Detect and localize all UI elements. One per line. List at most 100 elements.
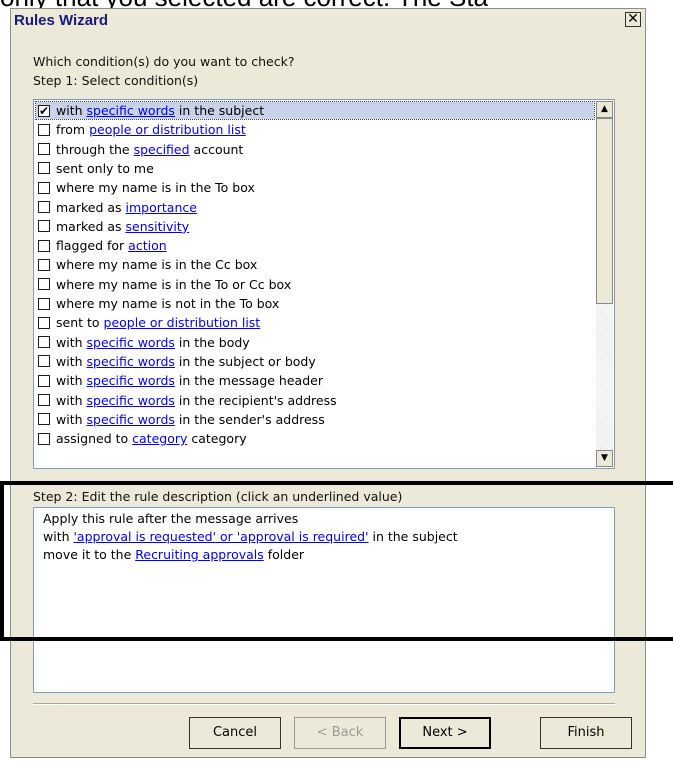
step2-label: Step 2: Edit the rule description (click… xyxy=(33,489,403,504)
window-title: Rules Wizard xyxy=(14,12,109,29)
condition-item[interactable]: with specific words in the recipient's a… xyxy=(36,392,594,409)
condition-item[interactable]: where my name is in the To or Cc box xyxy=(36,276,594,293)
condition-link[interactable]: specific words xyxy=(87,412,175,427)
condition-checkbox[interactable] xyxy=(38,297,50,310)
condition-text: account xyxy=(189,141,244,157)
condition-link[interactable]: category xyxy=(132,431,187,446)
back-button[interactable]: < Back xyxy=(294,717,386,749)
condition-item[interactable]: sent to people or distribution list xyxy=(36,314,594,331)
condition-text: with xyxy=(56,392,87,408)
condition-text: where my name is in the To box xyxy=(56,180,255,196)
scroll-up-icon[interactable]: ▲ xyxy=(596,101,613,118)
condition-text: category xyxy=(187,431,247,447)
rule-line-text: move it to the xyxy=(43,547,136,562)
condition-item[interactable]: with specific words in the message heade… xyxy=(36,372,594,389)
step1-label: Step 1: Select condition(s) xyxy=(33,73,199,88)
condition-checkbox[interactable] xyxy=(38,181,50,194)
specific-words-value-link[interactable]: 'approval is requested' or 'approval is … xyxy=(74,529,369,544)
condition-text: where my name is not in the To box xyxy=(56,296,280,311)
scroll-thumb[interactable] xyxy=(596,118,613,304)
condition-item[interactable]: marked as importance xyxy=(36,199,594,216)
condition-checkbox[interactable] xyxy=(38,394,50,406)
condition-checkbox[interactable] xyxy=(38,336,50,349)
condition-checkbox[interactable]: ✔ xyxy=(38,104,50,117)
condition-checkbox[interactable] xyxy=(38,201,50,213)
condition-text: with xyxy=(56,334,87,350)
condition-text: in the sender's address xyxy=(174,411,325,427)
condition-item[interactable]: where my name is not in the To box xyxy=(36,295,594,312)
conditions-list[interactable]: ✔ with specific words in the subject from … xyxy=(33,99,615,469)
rules-wizard-dialog: Rules Wizard ✕ Which condition(s) do you… xyxy=(10,8,646,758)
condition-checkbox[interactable] xyxy=(38,432,50,445)
condition-checkbox[interactable] xyxy=(38,355,50,368)
rule-line-text: with xyxy=(43,529,74,544)
scroll-track[interactable] xyxy=(596,304,613,450)
condition-item[interactable]: from people or distribution list xyxy=(36,121,594,138)
condition-item[interactable]: flagged for action xyxy=(36,237,594,254)
condition-link[interactable]: specific words xyxy=(87,103,175,118)
condition-text: with xyxy=(56,373,87,389)
condition-link[interactable]: sensitivity xyxy=(126,219,190,234)
condition-text: sent to xyxy=(56,315,104,331)
condition-text: where my name is in the Cc box xyxy=(56,257,258,273)
condition-text: with xyxy=(56,411,87,427)
conditions-scrollbar[interactable]: ▲ ▼ xyxy=(596,101,613,467)
condition-item[interactable]: marked as sensitivity xyxy=(36,218,594,235)
rule-line-2: with 'approval is requested' or 'approva… xyxy=(43,529,458,544)
condition-checkbox[interactable] xyxy=(38,374,50,387)
condition-text: sent only to me xyxy=(56,160,154,176)
condition-item[interactable]: with specific words in the sender's addr… xyxy=(36,411,594,428)
rule-line-text: in the subject xyxy=(368,529,458,544)
condition-item[interactable]: with specific words in the subject or bo… xyxy=(36,353,594,370)
condition-item[interactable]: with specific words in the body xyxy=(36,334,594,351)
condition-link[interactable]: people or distribution list xyxy=(89,122,246,137)
next-button[interactable]: Next > xyxy=(399,717,491,749)
condition-checkbox[interactable] xyxy=(38,278,50,291)
condition-link[interactable]: action xyxy=(128,238,166,253)
condition-checkbox[interactable] xyxy=(38,316,50,329)
condition-checkbox[interactable] xyxy=(38,143,50,156)
condition-checkbox[interactable] xyxy=(38,162,50,175)
condition-checkbox[interactable] xyxy=(38,413,50,426)
rule-line-3: move it to the Recruiting approvals fold… xyxy=(43,547,304,562)
condition-item[interactable]: where my name is in the Cc box xyxy=(36,256,594,273)
folder-value-link[interactable]: Recruiting approvals xyxy=(135,547,264,562)
condition-text: in the subject or body xyxy=(174,353,316,369)
condition-checkbox[interactable] xyxy=(38,220,50,233)
condition-text: marked as xyxy=(56,199,126,215)
condition-text: marked as xyxy=(56,218,126,234)
rule-line-text: folder xyxy=(263,547,305,562)
condition-link[interactable]: specific words xyxy=(87,373,175,388)
close-button[interactable]: ✕ xyxy=(625,12,641,27)
condition-text: through the xyxy=(56,141,134,157)
condition-text: with xyxy=(56,353,87,369)
condition-link[interactable]: specific words xyxy=(87,354,175,369)
condition-item[interactable]: where my name is in the To box xyxy=(36,179,594,196)
condition-item[interactable]: sent only to me xyxy=(36,160,594,177)
cancel-button[interactable]: Cancel xyxy=(189,717,281,749)
rule-description-box: Apply this rule after the message arrive… xyxy=(33,507,615,693)
condition-checkbox[interactable] xyxy=(38,123,50,136)
condition-link[interactable]: specified xyxy=(134,142,190,157)
condition-item[interactable]: ✔ with specific words in the subject xyxy=(35,101,595,120)
condition-item[interactable]: through the specified account xyxy=(36,141,594,158)
condition-text: from xyxy=(56,122,90,138)
title-bar: Rules Wizard ✕ xyxy=(11,9,645,31)
condition-link[interactable]: importance xyxy=(126,200,197,215)
condition-text: where my name is in the To or Cc box xyxy=(56,276,292,292)
condition-text: in the subject xyxy=(174,103,265,118)
finish-button[interactable]: Finish xyxy=(540,717,632,749)
scroll-down-icon[interactable]: ▼ xyxy=(596,450,613,467)
condition-link[interactable]: specific words xyxy=(87,393,175,408)
condition-checkbox[interactable] xyxy=(38,239,50,252)
divider xyxy=(33,703,615,705)
condition-link[interactable]: specific words xyxy=(87,335,175,350)
condition-text: in the recipient's address xyxy=(174,392,337,408)
condition-text: in the message header xyxy=(174,373,323,389)
rule-line-text: Apply this rule after the message arrive… xyxy=(43,511,299,526)
condition-text: assigned to xyxy=(56,431,133,447)
condition-link[interactable]: people or distribution list xyxy=(104,315,261,330)
step1-question: Which condition(s) do you want to check? xyxy=(33,54,295,69)
condition-item[interactable]: assigned to category category xyxy=(36,430,594,447)
condition-checkbox[interactable] xyxy=(38,258,50,271)
